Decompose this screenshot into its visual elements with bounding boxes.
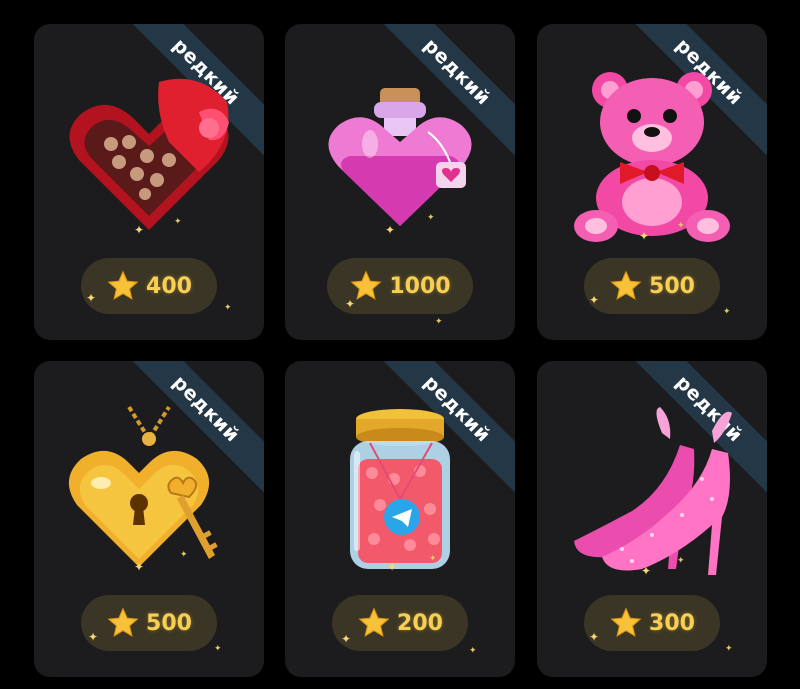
price-amount: 500 <box>146 610 192 636</box>
gift-card-golden-locket[interactable]: редкий ✦ ✦ 500 ✦ ✦ <box>34 361 264 677</box>
star-icon <box>358 607 390 637</box>
price-pill[interactable]: 200 <box>332 595 468 651</box>
price-amount: 200 <box>397 610 443 636</box>
price-amount: 1000 <box>389 273 451 299</box>
heart-chocolate-box-icon <box>59 62 239 242</box>
gift-card-pink-heels[interactable]: редкий ✦ ✦ 300 ✦ ✦ <box>537 361 767 677</box>
price-amount: 500 <box>649 273 695 299</box>
star-icon <box>610 607 642 637</box>
gift-grid: редкий ✦ ✦ 400 ✦ ✦ редкий ✦ ✦ 1000 ✦ ✦ р… <box>0 0 800 689</box>
price-amount: 400 <box>146 273 192 299</box>
star-icon <box>107 270 139 300</box>
teddy-bear-icon <box>562 62 742 242</box>
jar-of-hearts-icon <box>310 399 490 579</box>
gift-card-teddy-bear[interactable]: редкий ✦ ✦ 500 ✦ ✦ <box>537 24 767 340</box>
star-icon <box>107 607 139 637</box>
price-pill[interactable]: 400 <box>81 258 217 314</box>
golden-heart-locket-icon <box>59 399 239 579</box>
price-pill[interactable]: 500 <box>584 258 720 314</box>
gift-card-jar-of-hearts[interactable]: редкий ✦ ✦ 200 ✦ ✦ <box>285 361 515 677</box>
price-pill[interactable]: 500 <box>81 595 217 651</box>
pink-heels-icon <box>562 399 742 579</box>
star-icon <box>610 270 642 300</box>
love-potion-icon <box>310 62 490 242</box>
price-amount: 300 <box>649 610 695 636</box>
gift-card-chocolate-box[interactable]: редкий ✦ ✦ 400 ✦ ✦ <box>34 24 264 340</box>
price-pill[interactable]: 300 <box>584 595 720 651</box>
gift-card-love-potion[interactable]: редкий ✦ ✦ 1000 ✦ ✦ <box>285 24 515 340</box>
